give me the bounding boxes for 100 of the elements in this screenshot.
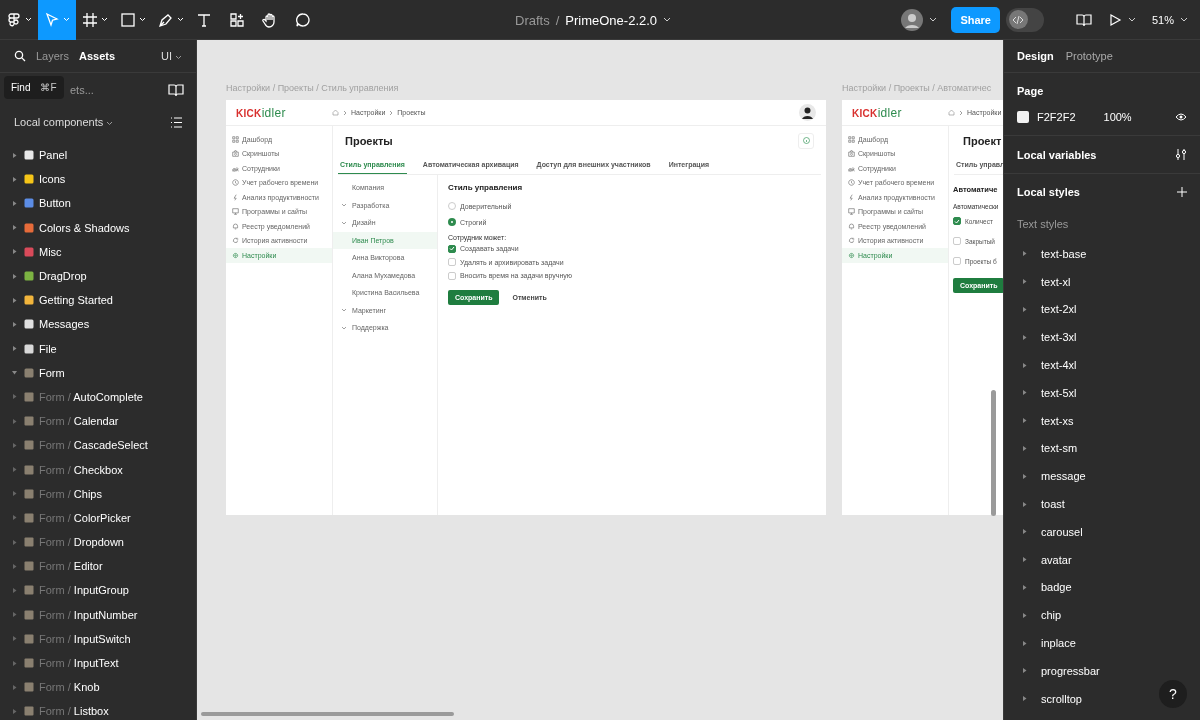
component-group[interactable]: Form / InputText	[0, 650, 196, 676]
dev-mode-toggle[interactable]	[1005, 7, 1044, 32]
chevron-icon[interactable]	[341, 308, 347, 313]
radio-button[interactable]	[448, 218, 456, 226]
chevron-icon[interactable]	[341, 325, 347, 330]
component-group[interactable]: Form / ColorPicker	[0, 505, 196, 530]
search-icon[interactable]	[14, 50, 26, 62]
panel-tab[interactable]: Prototype	[1065, 50, 1113, 62]
component-group[interactable]: File	[0, 336, 196, 361]
component-group[interactable]: Form / Calendar	[0, 409, 196, 434]
text-style-item[interactable]: inplace	[1017, 629, 1076, 657]
checkbox[interactable]	[953, 217, 961, 225]
component-group[interactable]: Form / AutoComplete	[0, 384, 196, 410]
chevron-icon[interactable]	[341, 203, 347, 208]
disclosure-icon[interactable]	[12, 442, 17, 448]
disclosure-icon[interactable]	[12, 684, 17, 690]
disclosure-icon[interactable]	[12, 225, 17, 231]
text-style-item[interactable]: text-5xl	[1017, 379, 1077, 407]
disclosure-icon[interactable]	[12, 563, 17, 569]
disclosure-icon[interactable]	[12, 249, 17, 255]
disclosure-icon[interactable]	[12, 515, 17, 521]
disclosure-icon[interactable]	[12, 467, 17, 473]
component-group[interactable]: DragDrop	[0, 263, 196, 289]
color-swatch[interactable]	[1017, 111, 1029, 123]
folder-name[interactable]: Drafts	[515, 12, 550, 28]
text-style-item[interactable]: avatar	[1017, 545, 1072, 574]
disclosure-icon[interactable]	[12, 152, 17, 158]
component-group[interactable]: Button	[0, 191, 196, 216]
disclosure-icon[interactable]	[12, 660, 17, 666]
user-avatar[interactable]	[901, 8, 924, 31]
play-icon[interactable]	[1107, 12, 1122, 27]
zoom-level[interactable]: 51%	[1151, 13, 1174, 26]
user-avatar[interactable]	[799, 104, 816, 121]
component-group[interactable]: Misc	[0, 239, 196, 264]
text-style-item[interactable]: progressbar	[1017, 656, 1100, 685]
disclosure-icon[interactable]	[12, 491, 17, 497]
text-style-item[interactable]: chip	[1017, 601, 1062, 630]
scrollbar[interactable]	[201, 712, 454, 716]
text-style-item[interactable]: text-xl	[1017, 267, 1071, 296]
panel-tab[interactable]: Layers	[36, 50, 70, 62]
book-icon[interactable]	[1075, 12, 1092, 27]
text-style-item[interactable]: text-base	[1017, 240, 1087, 268]
plus-icon[interactable]	[1177, 187, 1187, 197]
panel-tab[interactable]: Assets	[79, 50, 116, 62]
component-group[interactable]: Form / Dropdown	[0, 530, 196, 555]
text-style-item[interactable]: carousel	[1017, 517, 1083, 546]
component-group[interactable]: Form / Listbox	[0, 699, 196, 720]
component-group[interactable]: Form / CascadeSelect	[0, 433, 196, 458]
caret-icon[interactable]	[1127, 16, 1136, 23]
component-group[interactable]: Form	[0, 360, 196, 385]
library-selector[interactable]: UI	[160, 50, 182, 62]
text-style-item[interactable]: message	[1017, 462, 1086, 491]
component-group[interactable]: Messages	[0, 312, 196, 337]
component-group[interactable]: Form / Checkbox	[0, 457, 196, 482]
help-button[interactable]: ?	[1159, 680, 1187, 708]
text-style-item[interactable]: toast	[1017, 490, 1065, 518]
component-group[interactable]: Getting Started	[0, 288, 196, 313]
checkbox[interactable]	[448, 271, 456, 280]
caret-icon[interactable]	[1180, 16, 1188, 23]
text-style-item[interactable]: text-xs	[1017, 406, 1074, 435]
checkbox[interactable]	[448, 258, 456, 267]
disclosure-icon[interactable]	[12, 636, 17, 642]
disclosure-icon[interactable]	[12, 708, 17, 714]
text-style-item[interactable]: text-sm	[1017, 434, 1078, 463]
disclosure-icon[interactable]	[12, 612, 17, 618]
color-value[interactable]: F2F2F2	[1037, 111, 1076, 123]
disclosure-icon[interactable]	[12, 273, 17, 279]
text-style-item[interactable]: text-3xl	[1017, 323, 1077, 352]
caret-icon[interactable]	[929, 16, 938, 23]
text-style-item[interactable]: text-4xl	[1017, 351, 1077, 379]
disclosure-icon[interactable]	[12, 394, 17, 400]
disclosure-icon[interactable]	[12, 200, 17, 206]
chevron-icon[interactable]	[341, 220, 347, 225]
caret-icon[interactable]	[663, 17, 672, 23]
scrollbar[interactable]	[991, 390, 996, 516]
disclosure-icon[interactable]	[12, 418, 17, 424]
checkbox[interactable]	[448, 244, 456, 253]
component-group[interactable]: Form / Chips	[0, 481, 196, 506]
component-group[interactable]: Form / Knob	[0, 675, 196, 700]
book-icon[interactable]	[168, 83, 184, 97]
disclosure-icon[interactable]	[12, 176, 17, 182]
section-title[interactable]: Local components	[14, 116, 114, 128]
checkbox[interactable]	[953, 257, 961, 265]
component-group[interactable]: Panel	[0, 143, 196, 168]
component-group[interactable]: Colors & Shadows	[0, 215, 196, 240]
disclosure-icon[interactable]	[12, 370, 17, 376]
text-style-item[interactable]: text-2xl	[1017, 295, 1077, 324]
component-group[interactable]: Form / InputGroup	[0, 578, 196, 603]
opacity-value[interactable]: 100%	[1103, 111, 1132, 123]
text-style-item[interactable]: scrolltop	[1017, 684, 1082, 713]
file-name[interactable]: PrimeOne-2.2.0	[565, 12, 658, 28]
sliders-icon[interactable]	[1175, 148, 1187, 161]
text-style-item[interactable]: badge	[1017, 573, 1072, 602]
component-group[interactable]: Form / InputSwitch	[0, 626, 196, 651]
list-view-icon[interactable]	[170, 116, 182, 128]
checkbox[interactable]	[953, 237, 961, 245]
disclosure-icon[interactable]	[12, 297, 17, 303]
eye-icon[interactable]	[1175, 113, 1187, 121]
disclosure-icon[interactable]	[12, 346, 17, 352]
disclosure-icon[interactable]	[12, 539, 17, 545]
